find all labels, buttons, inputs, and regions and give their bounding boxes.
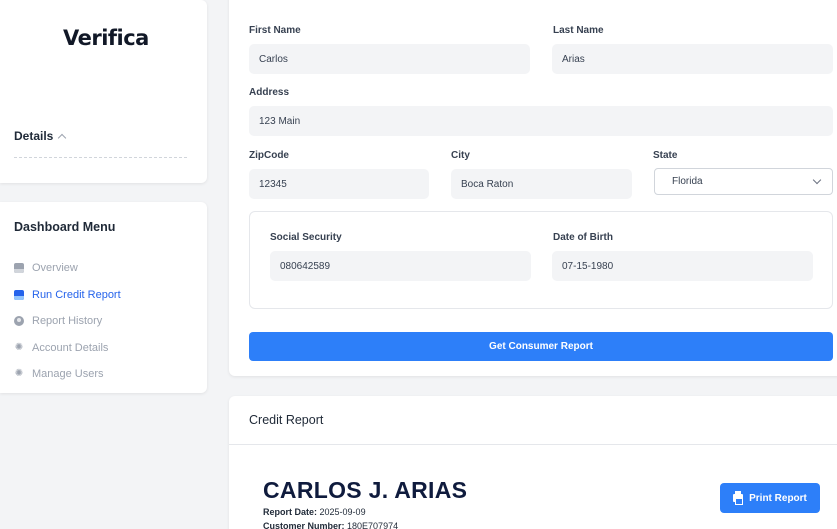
- menu-title: Dashboard Menu: [14, 220, 116, 234]
- state-select-value: Florida: [672, 176, 703, 187]
- first-name-field[interactable]: Carlos: [249, 44, 530, 74]
- details-label: Details: [14, 129, 54, 143]
- consumer-form-card: First Name Carlos Last Name Arias Addres…: [229, 0, 837, 376]
- city-label: City: [451, 150, 470, 161]
- customer-number: Customer Number: 180E707974: [263, 521, 398, 529]
- first-name-label: First Name: [249, 25, 301, 36]
- customer-number-value: 180E707974: [347, 521, 399, 529]
- credit-report-title: Credit Report: [249, 413, 324, 427]
- address-label: Address: [249, 87, 290, 98]
- report-date-value: 2025-09-09: [319, 507, 366, 517]
- state-select[interactable]: Florida: [654, 168, 833, 195]
- gear-icon: ✺: [14, 368, 24, 379]
- divider: [14, 157, 187, 158]
- sidebar-item-label: Run Credit Report: [32, 289, 121, 301]
- print-report-button[interactable]: Print Report: [720, 483, 820, 513]
- ssn-label: Social Security: [270, 232, 342, 243]
- sidebar-item-account-details[interactable]: ✺ Account Details: [14, 342, 109, 354]
- identity-card: Social Security 080642589 Date of Birth …: [249, 211, 833, 309]
- sidebar-item-label: Overview: [32, 262, 78, 274]
- zipcode-field[interactable]: 12345: [249, 169, 429, 199]
- consumer-name: CARLOS J. ARIAS: [263, 477, 468, 503]
- chevron-down-icon: [812, 175, 822, 185]
- panel-icon: [14, 290, 24, 300]
- logo: Verifica: [63, 26, 149, 50]
- last-name-field[interactable]: Arias: [552, 44, 833, 74]
- sidebar-item-run-credit-report[interactable]: Run Credit Report: [14, 289, 121, 301]
- state-label: State: [653, 150, 678, 161]
- sidebar-item-manage-users[interactable]: ✺ Manage Users: [14, 368, 104, 380]
- divider: [229, 444, 837, 445]
- chevron-up-icon: [58, 133, 67, 142]
- dob-field[interactable]: 07-15-1980: [552, 251, 813, 281]
- sidebar-item-overview[interactable]: Overview: [14, 262, 78, 274]
- sidebar-item-label: Manage Users: [32, 368, 104, 380]
- report-date: Report Date: 2025-09-09: [263, 507, 366, 517]
- ssn-field[interactable]: 080642589: [270, 251, 531, 281]
- dob-label: Date of Birth: [553, 232, 613, 243]
- zipcode-label: ZipCode: [249, 150, 289, 161]
- sidebar-item-label: Report History: [32, 315, 103, 327]
- customer-number-label: Customer Number:: [263, 521, 345, 529]
- sidebar-item-label: Account Details: [32, 342, 109, 354]
- report-date-label: Report Date:: [263, 507, 318, 517]
- city-field[interactable]: Boca Raton: [451, 169, 632, 199]
- printer-icon: [733, 491, 744, 505]
- details-toggle[interactable]: Details: [14, 129, 67, 143]
- sidebar-item-report-history[interactable]: Report History: [14, 315, 102, 327]
- gear-icon: ✺: [14, 342, 24, 353]
- user-icon: [14, 316, 24, 326]
- print-report-label: Print Report: [749, 492, 807, 504]
- sidebar-brand-card: Verifica Details: [0, 0, 207, 183]
- get-consumer-report-button[interactable]: Get Consumer Report: [249, 332, 833, 361]
- last-name-label: Last Name: [553, 25, 604, 36]
- address-field[interactable]: 123 Main: [249, 106, 833, 136]
- credit-report-card: Credit Report CARLOS J. ARIAS Report Dat…: [229, 396, 837, 529]
- dashboard-menu-card: Dashboard Menu Overview Run Credit Repor…: [0, 202, 207, 393]
- panel-icon: [14, 263, 24, 273]
